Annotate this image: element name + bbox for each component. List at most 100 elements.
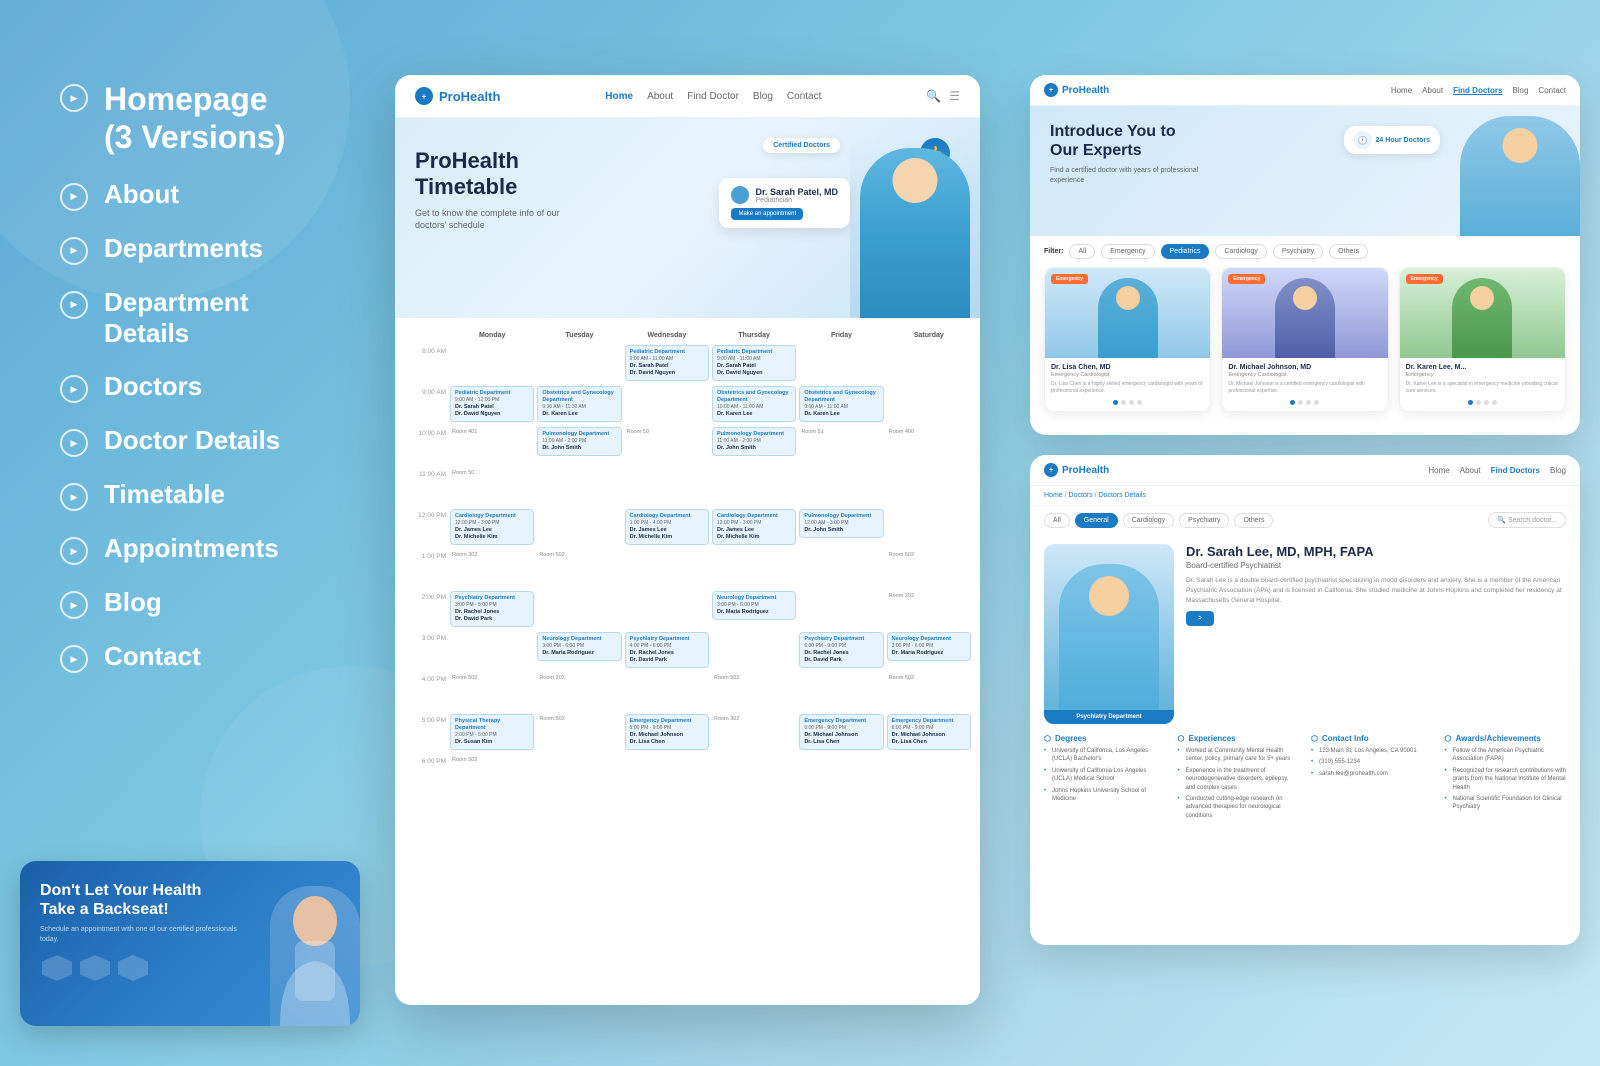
section-contact: Contact Info 123 Main St, Los Angeles, C… — [1311, 734, 1433, 823]
appt-block[interactable]: Obstetrics and Gynecology Department 10:… — [712, 386, 796, 422]
rtp-nav-home[interactable]: Home — [1391, 86, 1412, 95]
details-filter-general[interactable]: General — [1075, 513, 1118, 528]
nav-find-doctor[interactable]: Find Doctor — [687, 91, 739, 102]
time-1000: 10:00 AM — [403, 426, 448, 466]
cell-mon-500: Physical Therapy Department 2:00 PM - 5:… — [449, 713, 535, 753]
appt-block[interactable]: Cardiology Department 12:00 PM - 3:00 PM… — [450, 509, 534, 545]
doc-card-name-1: Dr. Lisa Chen, MD — [1051, 364, 1204, 371]
filter-all[interactable]: All — [1069, 244, 1095, 259]
rtp-nav-about[interactable]: About — [1422, 86, 1443, 95]
cell-thu-500: Room 302 — [711, 713, 797, 753]
sidebar-item-appointments[interactable]: Appointments — [60, 533, 420, 565]
time-200: 2:00 PM — [403, 590, 448, 630]
search-icon[interactable]: 🔍 — [926, 89, 941, 103]
cell-tue-900: Obstetrics and Gynecology Department 9:3… — [536, 385, 622, 425]
sidebar-item-blog[interactable]: Blog — [60, 587, 420, 619]
sidebar-label-blog: Blog — [104, 587, 162, 618]
sidebar-item-timetable[interactable]: Timetable — [60, 479, 420, 511]
appt-block[interactable]: Psychiatry Department 3:00 PM - 5:00 PM … — [450, 591, 534, 627]
appt-block[interactable]: Emergency Department 5:00 PM - 9:00 PM D… — [625, 714, 709, 750]
appt-block[interactable]: Obstetrics and Gynecology Department 9:0… — [799, 386, 883, 422]
appt-block[interactable]: Psychiatry Department 6:00 PM - 9:00 PM … — [799, 632, 883, 668]
rtp-nav-contact[interactable]: Contact — [1538, 86, 1566, 95]
cell-tue-200 — [536, 590, 622, 630]
cell-sat-200: Room 202 — [886, 590, 972, 630]
details-filter-others[interactable]: Others — [1234, 513, 1273, 528]
appt-block[interactable]: Pediatric Department 9:00 AM - 12:00 PM … — [450, 386, 534, 422]
details-more-button[interactable]: > — [1186, 611, 1214, 626]
cell-tue-300: Neurology Department 3:00 PM - 6:00 PM D… — [536, 631, 622, 671]
sidebar-item-about[interactable]: About — [60, 179, 420, 211]
details-search[interactable]: 🔍 Search doctor... — [1488, 512, 1566, 528]
rbp-nav-about[interactable]: About — [1460, 466, 1481, 475]
appt-block[interactable]: Cardiology Department 12:00 PM - 3:00 PM… — [712, 509, 796, 545]
appt-block[interactable]: Emergency Department 6:00 PM - 9:00 PM D… — [799, 714, 883, 750]
sidebar-item-contact[interactable]: Contact — [60, 641, 420, 673]
appt-icon — [60, 537, 88, 565]
section-contact-title: Contact Info — [1311, 734, 1433, 743]
nav-contact[interactable]: Contact — [787, 91, 821, 102]
sidebar-item-doctors[interactable]: Doctors — [60, 371, 420, 403]
details-logo: + ProHealth — [1044, 463, 1109, 477]
breadcrumb-doctors[interactable]: Doctors — [1069, 492, 1093, 499]
dot — [1113, 400, 1118, 405]
award-item-3: National Scientific Foundation for Clini… — [1445, 795, 1567, 812]
dot — [1129, 400, 1134, 405]
sidebar-label-timetable: Timetable — [104, 479, 225, 510]
contact-item-3: sarah.lee@prohealth.com — [1311, 770, 1433, 778]
filter-emergency[interactable]: Emergency — [1101, 244, 1154, 259]
appt-block[interactable]: Neurology Department 3:00 PM - 6:00 PM D… — [537, 632, 621, 661]
cta-text: Don't Let Your Health Take a Backseat! S… — [20, 861, 260, 1026]
nav-blog[interactable]: Blog — [753, 91, 773, 102]
time-1100: 11:00 AM — [403, 467, 448, 507]
appt-block[interactable]: Pediatric Department 9:00 AM - 11:00 AM … — [712, 345, 796, 381]
sidebar-item-homepage[interactable]: Homepage (3 Versions) — [60, 80, 420, 157]
details-filter-psychiatry[interactable]: Psychiatry — [1179, 513, 1229, 528]
sidebar-item-department-details[interactable]: Department Details — [60, 287, 420, 349]
filter-pediatrics[interactable]: Pediatrics — [1161, 244, 1210, 259]
cell-fri-600 — [798, 754, 884, 794]
details-doc-fig — [1059, 564, 1159, 724]
filter-cardiology[interactable]: Cardiology — [1215, 244, 1266, 259]
filter-psychiatry[interactable]: Psychiatry — [1273, 244, 1323, 259]
cell-wed-900 — [624, 385, 710, 425]
rtp-nav-blog[interactable]: Blog — [1512, 86, 1528, 95]
sidebar-item-departments[interactable]: Departments — [60, 233, 420, 265]
appt-block[interactable]: Obstetrics and Gynecology Department 9:3… — [537, 386, 621, 422]
exp-item-3: Conducted cutting-edge research on advan… — [1178, 795, 1300, 820]
rtp-doc-shape — [1460, 116, 1580, 236]
section-experiences: Experiences Worked at Community Mental H… — [1178, 734, 1300, 823]
appt-block[interactable]: Pediatric Department 9:00 AM - 11:00 AM … — [625, 345, 709, 381]
main-panel-icons: 🔍 ☰ — [926, 89, 960, 103]
nav-about[interactable]: About — [647, 91, 673, 102]
details-filter-all[interactable]: All — [1044, 513, 1070, 528]
contact-icon — [60, 645, 88, 673]
sidebar-label-departments: Departments — [104, 233, 263, 264]
about-icon — [60, 183, 88, 211]
appt-block[interactable]: Cardiology Department 1:00 PM - 4:00 PM … — [625, 509, 709, 545]
nav-home[interactable]: Home — [605, 91, 633, 102]
rbp-nav-find-doctors[interactable]: Find Doctors — [1491, 466, 1540, 475]
experts-logo: + ProHealth — [1044, 83, 1109, 97]
appt-block[interactable]: Emergency Department 6:00 PM - 9:00 PM D… — [887, 714, 971, 750]
appt-block[interactable]: Physical Therapy Department 2:00 PM - 5:… — [450, 714, 534, 750]
appt-block[interactable]: Neurology Department 3:00 PM - 6:00 PM D… — [712, 591, 796, 620]
menu-icon[interactable]: ☰ — [949, 89, 960, 103]
cell-mon-300 — [449, 631, 535, 671]
rbp-nav-blog[interactable]: Blog — [1550, 466, 1566, 475]
appt-block[interactable]: Pulmonology Department 11:00 AM - 2:00 P… — [712, 427, 796, 456]
appt-block[interactable]: Neurology Department 3:00 PM - 6:00 PM D… — [887, 632, 971, 661]
cell-thu-200: Neurology Department 3:00 PM - 6:00 PM D… — [711, 590, 797, 630]
details-filter-cardiology[interactable]: Cardiology — [1123, 513, 1174, 528]
rtp-nav-find-doctors[interactable]: Find Doctors — [1453, 86, 1502, 95]
details-sections: Degrees University of California, Los An… — [1030, 734, 1580, 833]
sidebar-item-doctor-details[interactable]: Doctor Details — [60, 425, 420, 457]
cell-fri-400 — [798, 672, 884, 712]
appt-block[interactable]: Psychiatry Department 4:00 PM - 6:00 PM … — [625, 632, 709, 668]
filter-others[interactable]: Others — [1329, 244, 1368, 259]
cell-sat-800 — [886, 344, 972, 384]
appt-block[interactable]: Pulmonology Department 11:00 AM - 2:00 P… — [537, 427, 621, 456]
breadcrumb-home[interactable]: Home — [1044, 492, 1063, 499]
appt-block[interactable]: Pulmonology Department 12:00 AM - 3:00 P… — [799, 509, 883, 538]
rbp-nav-home[interactable]: Home — [1428, 466, 1449, 475]
